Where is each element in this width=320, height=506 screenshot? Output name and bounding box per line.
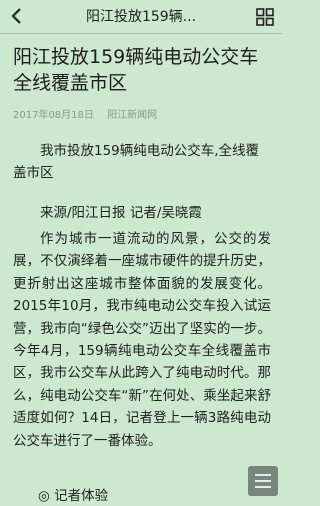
menu-button[interactable]	[248, 466, 278, 496]
grid-icon	[256, 8, 274, 26]
article-title: 阳江投放159辆纯电动公交车全线覆盖市区	[13, 46, 259, 94]
section-heading: ◎ 记者体验	[38, 488, 109, 504]
chevron-left-icon	[11, 8, 21, 24]
article-meta: 2017年08月18日 阳江新闻网	[13, 106, 157, 121]
top-bar: 阳江投放159辆...	[0, 0, 282, 34]
grid-button[interactable]	[256, 8, 274, 26]
top-bar-title: 阳江投放159辆...	[85, 9, 197, 25]
article-lead: 我市投放159辆纯电动公交车,全线覆盖市区	[13, 143, 260, 181]
article-body: 作为城市一道流动的风景，公交的发展，不仅演绎着一座城市硬件的提升历史，更折射出这…	[13, 231, 271, 449]
back-button[interactable]	[6, 5, 28, 27]
article-source: 阳江新闻网	[107, 110, 158, 121]
article-byline: 来源/阳江日报 记者/吴晓霞	[40, 205, 202, 221]
article-date: 2017年08月18日	[13, 110, 94, 121]
